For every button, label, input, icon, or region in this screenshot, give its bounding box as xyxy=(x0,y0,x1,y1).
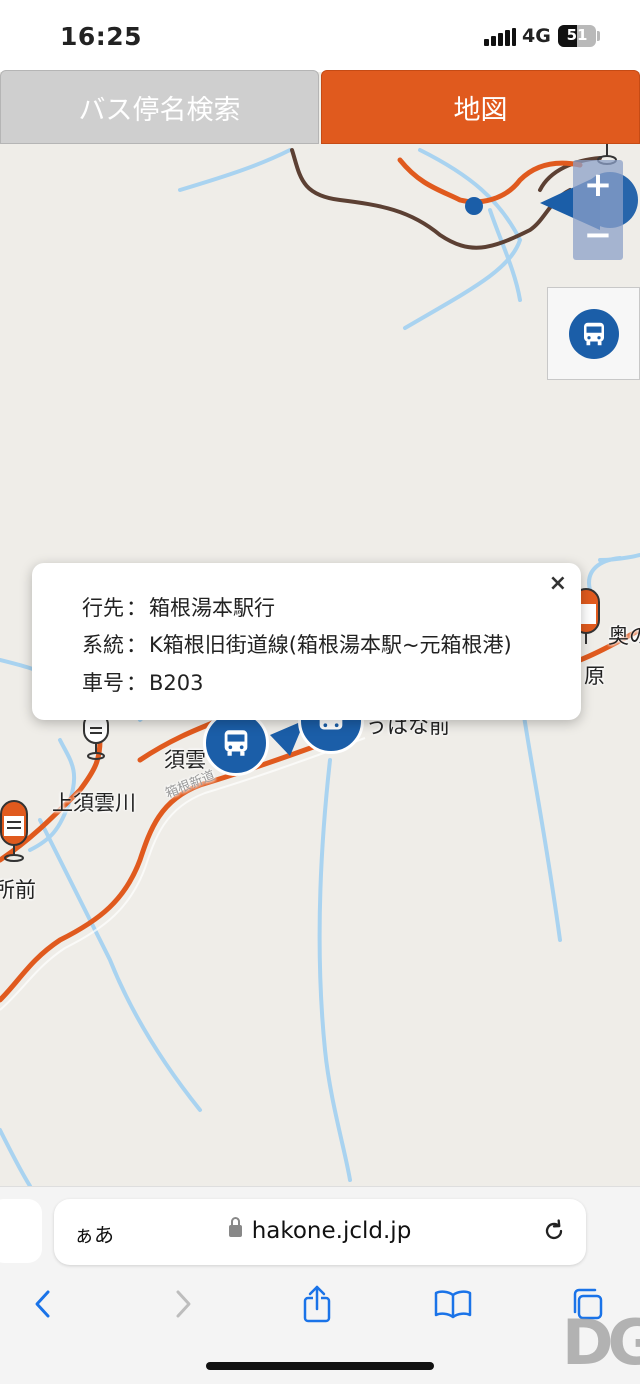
url-text: hakone.jcld.jp xyxy=(251,1218,412,1244)
chevron-left-icon xyxy=(35,1290,50,1318)
route-value: K箱根旧街道線(箱根湯本駅~元箱根港) xyxy=(149,633,512,657)
zoom-in-button[interactable]: + xyxy=(573,160,623,210)
share-button[interactable] xyxy=(292,1279,342,1329)
vehicle-label: 車号 xyxy=(82,671,124,695)
watermark-logo: DG xyxy=(562,1306,640,1379)
reload-icon[interactable] xyxy=(540,1217,568,1249)
tab-bus-stop-search[interactable]: バス停名検索 xyxy=(0,70,319,144)
bus-info-popup: × 行先：箱根湯本駅行 系統：K箱根旧街道線(箱根湯本駅~元箱根港) 車号：B2… xyxy=(32,563,581,720)
address-bar[interactable]: ぁあ hakone.jcld.jp xyxy=(54,1199,586,1265)
signal-icon xyxy=(484,28,516,46)
lock-icon xyxy=(228,1217,242,1237)
stop-label-okuno: 奥の xyxy=(608,624,640,648)
bus-icon xyxy=(568,308,619,359)
separator: ： xyxy=(126,671,147,695)
share-icon xyxy=(303,1285,331,1323)
bus-stop-pin-active[interactable] xyxy=(0,800,28,862)
stop-label-kami-sugumo: 上須雲川 xyxy=(52,791,136,815)
book-icon xyxy=(434,1290,472,1319)
destination-value: 箱根湯本駅行 xyxy=(149,596,275,620)
url-display[interactable]: hakone.jcld.jp xyxy=(54,1217,586,1244)
bus-layer-toggle-button[interactable] xyxy=(547,287,640,380)
battery-level: 51 xyxy=(566,26,588,44)
previous-tab-preview[interactable] xyxy=(0,1199,42,1263)
popup-row-vehicle: 車号：B203 xyxy=(82,667,204,697)
tab-bar: バス停名検索 地図 xyxy=(0,70,640,144)
popup-row-route: 系統：K箱根旧街道線(箱根湯本駅~元箱根港) xyxy=(82,629,512,659)
route-label: 系統 xyxy=(82,633,124,657)
forward-button[interactable] xyxy=(158,1279,208,1329)
separator: ： xyxy=(126,596,147,620)
zoom-control: + − xyxy=(573,160,623,260)
network-type: 4G xyxy=(522,25,551,47)
vehicle-value: B203 xyxy=(149,671,204,695)
home-indicator xyxy=(206,1362,434,1370)
close-icon[interactable]: × xyxy=(549,571,567,596)
tab-map[interactable]: 地図 xyxy=(321,70,640,144)
battery-icon: 51 xyxy=(558,25,596,47)
status-time: 16:25 xyxy=(60,22,143,51)
back-button[interactable] xyxy=(18,1279,68,1329)
status-bar: 16:25 4G 51 xyxy=(0,0,640,72)
popup-row-destination: 行先：箱根湯本駅行 xyxy=(82,592,275,622)
separator: ： xyxy=(126,633,147,657)
bookmarks-button[interactable] xyxy=(428,1279,478,1329)
bus-icon xyxy=(224,730,248,756)
stop-label-sho-mae: 所前 xyxy=(0,878,36,902)
chevron-right-icon xyxy=(176,1290,191,1318)
battery-tip xyxy=(597,31,600,41)
zoom-out-button[interactable]: − xyxy=(573,210,623,260)
browser-bottom-bar: ぁあ hakone.jcld.jp xyxy=(0,1186,640,1384)
stop-label-hara: 原 xyxy=(584,664,605,688)
destination-label: 行先 xyxy=(82,596,124,620)
browser-toolbar xyxy=(0,1279,640,1329)
